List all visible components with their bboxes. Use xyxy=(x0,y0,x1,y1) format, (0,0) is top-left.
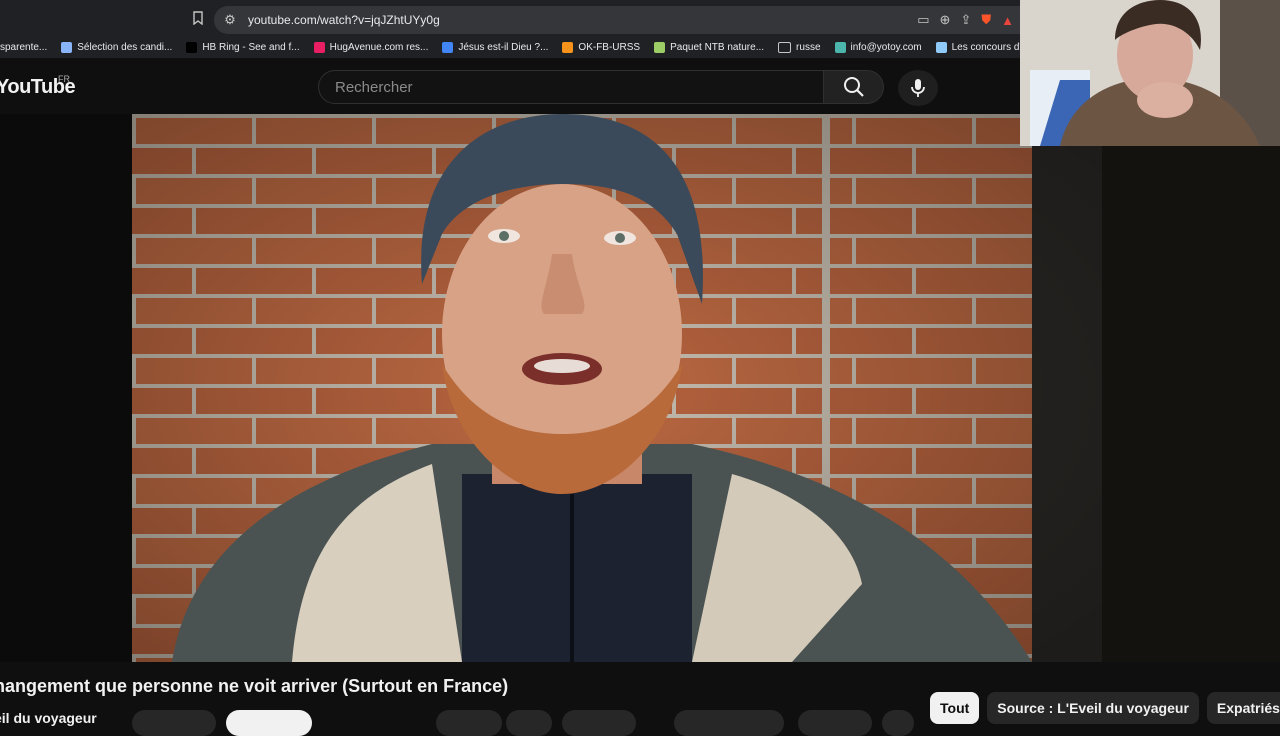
subscribe-button[interactable] xyxy=(132,710,216,736)
search-button[interactable] xyxy=(824,70,884,104)
brave-shield-icon[interactable]: ⛊ xyxy=(981,12,991,28)
share-button[interactable] xyxy=(562,710,636,736)
more-actions-button[interactable] xyxy=(882,710,914,736)
bookmark-label: russe xyxy=(796,41,821,53)
globe-icon xyxy=(834,41,846,53)
site-info-icon[interactable]: ⚙ xyxy=(222,12,238,28)
bookmark-label: Les concours d'aute... xyxy=(951,41,1020,53)
doc-icon xyxy=(61,41,73,53)
bookmark-item[interactable]: OK-FB-URSS xyxy=(562,41,641,53)
dislike-button[interactable] xyxy=(506,710,552,736)
t-icon xyxy=(186,41,198,53)
microphone-icon xyxy=(911,79,925,97)
chip-expatries[interactable]: Expatriés xyxy=(1206,692,1280,724)
recommendation-chips: Tout Source : L'Eveil du voyageur Expatr… xyxy=(930,692,1280,724)
video-player[interactable] xyxy=(132,114,1102,662)
bookmark-label: OK-FB-URSS xyxy=(578,41,641,53)
bookmark-label: Jésus est-il Dieu ?... xyxy=(458,41,549,53)
player-letterbox-right xyxy=(1102,146,1280,662)
bookmark-item[interactable]: HugAvenue.com res... xyxy=(313,41,429,53)
bitcoin-icon xyxy=(562,41,574,53)
chip-all[interactable]: Tout xyxy=(930,692,980,724)
bookmark-item[interactable]: Jésus est-il Dieu ?... xyxy=(442,41,549,53)
region-code: FR xyxy=(58,74,70,84)
voice-search-button[interactable] xyxy=(898,70,938,106)
webcam-frame xyxy=(1020,0,1280,146)
cast-icon[interactable]: ▭ xyxy=(917,12,929,28)
player-letterbox-left xyxy=(0,114,132,662)
bookmark-star-icon[interactable] xyxy=(192,11,204,30)
bookmark-item[interactable]: russe xyxy=(778,41,821,53)
chip-source[interactable]: Source : L'Eveil du voyageur xyxy=(987,692,1199,724)
bookmark-item[interactable]: info@yotoy.com xyxy=(834,41,922,53)
share-icon[interactable]: ⇪ xyxy=(960,12,971,28)
bookmark-item[interactable]: sparente... xyxy=(0,42,47,53)
bookmarks-bar: sparente... Sélection des candi... HB Ring… xyxy=(0,36,1020,58)
video-title: hangement que personne ne voit arriver (… xyxy=(0,676,509,696)
globe-icon xyxy=(442,41,454,53)
heart-icon xyxy=(313,41,325,53)
folder-icon xyxy=(778,41,792,53)
search-icon xyxy=(843,77,864,97)
bookmark-item[interactable]: Paquet NTB nature... xyxy=(654,41,765,53)
search-input[interactable] xyxy=(333,77,797,97)
like-button[interactable] xyxy=(436,710,502,736)
channel-name[interactable]: eil du voyageur xyxy=(0,710,97,726)
bookmark-label: HugAvenue.com res... xyxy=(329,41,429,53)
address-bar[interactable]: ⚙ youtube.com/watch?v=jqJZhtUYy0g ▭ ⊕ ⇪ … xyxy=(214,6,1020,34)
bookmark-label: HB Ring - See and f... xyxy=(202,41,300,53)
webcam-overlay xyxy=(1020,0,1280,146)
bookmark-label: Paquet NTB nature... xyxy=(670,41,765,53)
bookmark-label: Sélection des candi... xyxy=(77,41,173,53)
youtube-header: YouTube FR xyxy=(0,62,1020,114)
url-text[interactable]: youtube.com/watch?v=jqJZhtUYy0g xyxy=(248,13,440,27)
bookmark-item[interactable]: Les concours d'aute... xyxy=(935,41,1020,53)
zoom-icon[interactable]: ⊕ xyxy=(940,12,951,28)
image-icon xyxy=(935,41,947,53)
clip-button[interactable] xyxy=(798,710,872,736)
leaf-icon xyxy=(654,41,666,53)
join-button[interactable] xyxy=(226,710,312,736)
bookmark-item[interactable]: HB Ring - See and f... xyxy=(186,41,300,53)
video-frame xyxy=(132,114,1102,662)
bookmark-item[interactable]: Sélection des candi... xyxy=(61,41,173,53)
bookmark-label: sparente... xyxy=(0,41,48,53)
brave-rewards-icon[interactable]: ▲ xyxy=(1001,13,1014,28)
download-button[interactable] xyxy=(674,710,784,736)
search-box[interactable] xyxy=(318,70,824,104)
browser-toolbar: ⚙ youtube.com/watch?v=jqJZhtUYy0g ▭ ⊕ ⇪ … xyxy=(0,0,1020,36)
bookmark-label: info@yotoy.com xyxy=(850,41,922,53)
